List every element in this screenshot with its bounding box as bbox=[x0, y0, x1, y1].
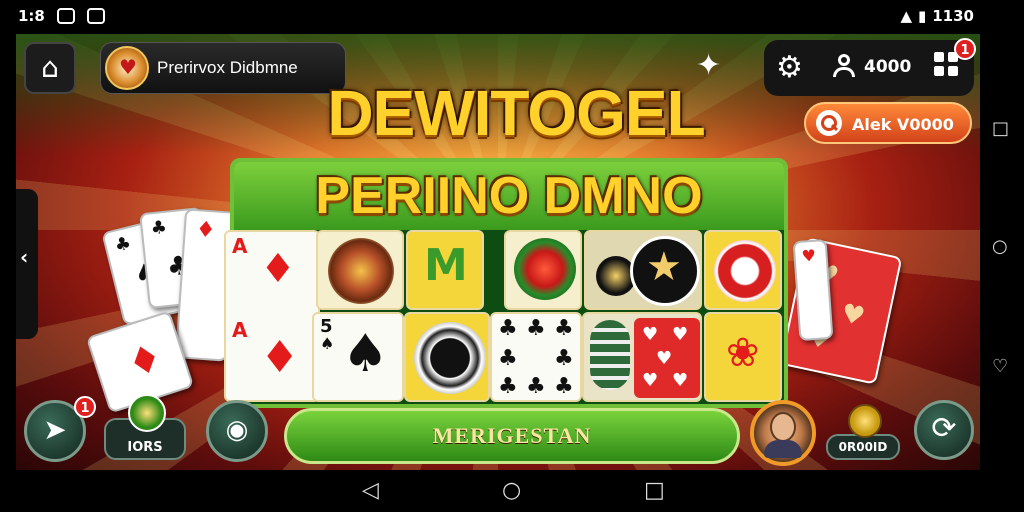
bonus-icon bbox=[128, 394, 166, 432]
wifi-icon: ▲ bbox=[900, 7, 912, 25]
gear-icon[interactable]: ⚙ bbox=[776, 50, 803, 85]
playing-card: ♥ bbox=[792, 238, 834, 342]
status-time: 1:8 bbox=[18, 7, 45, 25]
game-tile-clubs[interactable]: ♣ ♣ ♣ ♣ ♣ ♣ ♣ ♣ bbox=[490, 312, 582, 402]
heart-icon[interactable]: ♡ bbox=[992, 356, 1008, 377]
square-icon[interactable]: □ bbox=[992, 118, 1009, 139]
game-logo: DEWITOGEL bbox=[327, 77, 705, 149]
search-icon bbox=[816, 110, 842, 136]
lock-button[interactable]: ◉ bbox=[206, 400, 268, 462]
game-tile-emblem[interactable]: M bbox=[406, 230, 484, 310]
nav-recents-icon[interactable]: □ bbox=[644, 478, 665, 503]
chevron-left-icon: ‹ bbox=[20, 245, 29, 269]
profile-name: Prerirvox Didbmne bbox=[157, 58, 298, 77]
game-tile-spades[interactable]: 5 ♠ ♠ bbox=[312, 312, 404, 402]
system-nav-bar: ◁ ○ □ bbox=[0, 470, 1024, 512]
coin-balance: 4000 bbox=[864, 57, 912, 77]
game-board: PERIINO DMNO A ♦ A ♦ 5 ♠ ♠ M ♣ ♣ ♣ ♣ ♣ ♣… bbox=[224, 158, 788, 408]
shop-button[interactable]: 0R00ID bbox=[826, 404, 900, 460]
game-tile-rose[interactable]: ❀ bbox=[704, 312, 782, 402]
side-drawer-tab[interactable]: ‹ bbox=[16, 189, 38, 339]
home-button[interactable]: ⌂ bbox=[24, 42, 76, 94]
bonus-label: IORS bbox=[127, 440, 163, 455]
avatar[interactable] bbox=[750, 400, 816, 466]
back-icon: ➤ bbox=[43, 413, 67, 446]
search-label: Alek V0000 bbox=[852, 115, 954, 134]
board-header: PERIINO DMNO bbox=[234, 162, 784, 230]
user-icon[interactable] bbox=[832, 54, 856, 78]
game-tile-aces[interactable]: A ♦ A ♦ bbox=[224, 230, 320, 402]
status-bar: 1:8 ▲ ▮ 1130 bbox=[0, 0, 1024, 34]
game-tile-chip[interactable] bbox=[404, 312, 490, 402]
circle-icon[interactable]: ○ bbox=[992, 236, 1008, 257]
nav-back-icon[interactable]: ◁ bbox=[362, 478, 379, 503]
refresh-icon: ⟳ bbox=[931, 411, 957, 446]
search-button[interactable]: Alek V0000 bbox=[804, 102, 972, 144]
lock-gold-icon bbox=[848, 404, 882, 438]
game-tile-roulette[interactable] bbox=[316, 230, 404, 310]
bonus-button[interactable]: IORS bbox=[104, 394, 186, 460]
notification-icon bbox=[56, 8, 75, 24]
back-badge: 1 bbox=[74, 396, 96, 418]
board-title: PERIINO DMNO bbox=[315, 167, 703, 225]
top-right-toolbar: ⚙ 4000 1 bbox=[764, 38, 976, 96]
notification-badge: 1 bbox=[954, 38, 976, 60]
battery-icon: ▮ bbox=[917, 7, 927, 25]
refresh-button[interactable]: ⟳ bbox=[914, 400, 974, 460]
system-side-nav: □ ○ ♡ bbox=[980, 34, 1024, 476]
home-icon: ⌂ bbox=[41, 51, 59, 84]
lock-icon: ◉ bbox=[225, 415, 249, 445]
game-tile-red-chip[interactable] bbox=[704, 230, 782, 310]
app-icon bbox=[86, 8, 105, 24]
main-play-button[interactable]: MERIGESTAN bbox=[284, 408, 740, 464]
game-screen: ‹ ⌂ Prerirvox Didbmne ✦ ⚙ 4000 1 Alek V0… bbox=[16, 34, 980, 470]
shop-label: 0R00ID bbox=[838, 440, 888, 454]
profile-avatar bbox=[105, 46, 149, 90]
game-tile-chips-stack[interactable]: ★ bbox=[584, 230, 702, 310]
nav-home-icon[interactable]: ○ bbox=[502, 478, 521, 503]
game-tile-badge[interactable] bbox=[504, 230, 582, 310]
status-clock: 1130 bbox=[932, 7, 974, 25]
game-tile-dice[interactable]: ♥ ♥ ♥ ♥ ♥ bbox=[582, 312, 702, 402]
